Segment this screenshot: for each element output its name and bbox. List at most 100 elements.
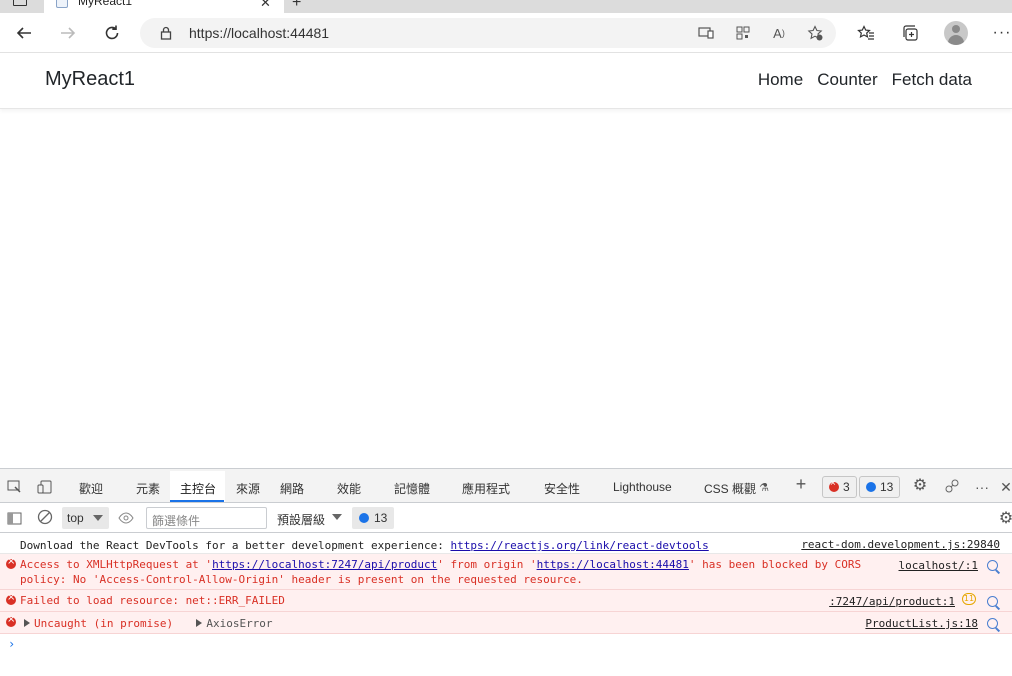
error-text: ' has been blocked by CORS xyxy=(688,558,862,571)
message-icon xyxy=(866,482,876,492)
url-text[interactable]: https://localhost:44481 xyxy=(189,25,329,41)
browser-tab[interactable]: MyReact1 ✕ xyxy=(44,0,284,13)
profile-avatar[interactable] xyxy=(944,21,968,45)
console-row-error: Access to XMLHttpRequest at 'https://loc… xyxy=(0,554,1012,590)
log-levels-label: 預設層級 xyxy=(277,513,326,527)
repeat-count-badge: 11 xyxy=(962,593,976,605)
tab-memory[interactable]: 記憶體 xyxy=(394,480,430,497)
device-emulation-icon[interactable] xyxy=(37,479,53,495)
error-text: Access to XMLHttpRequest at ' xyxy=(20,558,213,571)
prompt-chevron-icon: › xyxy=(8,637,16,651)
info-count: 13 xyxy=(880,480,894,494)
filter-input[interactable]: 篩選條件 xyxy=(146,507,267,529)
refresh-button[interactable] xyxy=(100,21,124,45)
search-icon[interactable] xyxy=(987,596,998,607)
nav-fetch-data[interactable]: Fetch data xyxy=(892,70,972,90)
error-source-link[interactable]: ProductList.js:18 xyxy=(865,617,978,630)
app-navbar: MyReact1 Home Counter Fetch data xyxy=(0,53,1012,109)
web-page: MyReact1 Home Counter Fetch data xyxy=(0,53,1012,468)
more-tabs-plus-icon[interactable]: + xyxy=(793,474,809,494)
error-text-line2: policy: No 'Access-Control-Allow-Origin'… xyxy=(20,573,583,586)
devtools-tab-bar: 歡迎 元素 主控台 來源 網路 效能 記憶體 應用程式 安全性 Lighthou… xyxy=(0,469,1012,503)
tab-console[interactable]: 主控台 xyxy=(180,480,216,497)
favorites-button[interactable] xyxy=(854,21,878,45)
context-selector[interactable]: top xyxy=(62,507,109,529)
error-source-link[interactable]: localhost/:1 xyxy=(899,559,978,572)
close-devtools-icon[interactable]: ✕ xyxy=(998,479,1012,495)
message-icon xyxy=(359,513,369,523)
clear-console-icon[interactable] xyxy=(37,509,53,525)
customize-icon[interactable] xyxy=(944,478,960,494)
forward-arrow-icon xyxy=(61,27,76,39)
more-options-icon[interactable]: ··· xyxy=(974,479,990,495)
read-aloud-icon[interactable]: A) xyxy=(769,23,789,43)
tab-security[interactable]: 安全性 xyxy=(544,480,580,497)
issues-count-badge[interactable]: 13 xyxy=(352,507,394,529)
nav-links: Home Counter Fetch data xyxy=(758,70,972,90)
expand-triangle-icon[interactable] xyxy=(196,619,203,627)
console-toolbar: top 篩選條件 預設層級 13 ⚙ xyxy=(0,503,1012,533)
origin-url-link[interactable]: https://localhost:44481 xyxy=(537,558,689,571)
sidebar-toggle-icon[interactable] xyxy=(6,510,22,526)
console-settings-gear-icon[interactable]: ⚙ xyxy=(998,510,1012,527)
console-messages: Download the React DevTools for a better… xyxy=(0,533,1012,654)
error-icon xyxy=(6,614,16,627)
forward-button[interactable] xyxy=(56,21,80,45)
browser-toolbar: https://localhost:44481 A) ··· xyxy=(0,13,1012,53)
context-value: top xyxy=(67,511,84,525)
add-favorite-icon[interactable] xyxy=(805,23,825,43)
tab-close-icon[interactable]: ✕ xyxy=(260,0,271,11)
search-icon[interactable] xyxy=(987,618,998,629)
back-arrow-icon xyxy=(16,27,31,39)
chevron-down-icon xyxy=(332,514,342,520)
tab-css-overview[interactable]: CSS 概觀 xyxy=(704,480,756,497)
app-available-icon[interactable] xyxy=(696,23,716,43)
tab-elements[interactable]: 元素 xyxy=(136,480,160,497)
collections-icon xyxy=(903,25,918,41)
error-object[interactable]: AxiosError xyxy=(206,617,272,630)
collections-button[interactable] xyxy=(898,21,922,45)
log-source-link[interactable]: react-dom.development.js:29840 xyxy=(801,538,1000,551)
tab-application[interactable]: 應用程式 xyxy=(462,480,510,497)
back-button[interactable] xyxy=(12,21,36,45)
error-count: 3 xyxy=(843,480,850,494)
nav-home[interactable]: Home xyxy=(758,70,803,90)
settings-gear-icon[interactable]: ⚙ xyxy=(912,477,928,494)
devtools-link[interactable]: https://reactjs.org/link/react-devtools xyxy=(450,539,708,552)
error-icon xyxy=(829,478,839,492)
search-icon[interactable] xyxy=(987,560,998,571)
more-menu-icon[interactable]: ··· xyxy=(990,21,1012,45)
console-prompt-row[interactable]: › xyxy=(0,634,1012,654)
experiment-flask-icon: ⚗ xyxy=(759,481,769,494)
console-row-log: Download the React DevTools for a better… xyxy=(0,533,1012,554)
inspect-element-icon[interactable] xyxy=(6,479,22,495)
tab-strip: MyReact1 ✕ + xyxy=(0,0,1012,13)
info-count-badge[interactable]: 13 xyxy=(859,476,901,498)
expand-triangle-icon[interactable] xyxy=(24,619,30,627)
error-icon xyxy=(6,556,16,569)
error-url-link[interactable]: https://localhost:7247/api/product xyxy=(212,558,437,571)
error-icon xyxy=(6,592,16,605)
error-count-badge[interactable]: 3 xyxy=(822,476,857,498)
log-levels-dropdown[interactable]: 預設層級 xyxy=(277,511,342,528)
qr-code-icon[interactable] xyxy=(733,23,753,43)
address-bar[interactable]: https://localhost:44481 A) xyxy=(140,18,836,48)
lock-icon[interactable] xyxy=(158,25,174,41)
error-text: ' from origin ' xyxy=(437,558,537,571)
log-text: Download the React DevTools for a better… xyxy=(20,539,451,552)
tab-performance[interactable]: 效能 xyxy=(337,480,361,497)
tab-welcome[interactable]: 歡迎 xyxy=(79,480,103,497)
window-menu-icon[interactable] xyxy=(13,0,27,6)
app-brand[interactable]: MyReact1 xyxy=(45,68,135,91)
tab-sources[interactable]: 來源 xyxy=(236,480,260,497)
live-expression-eye-icon[interactable] xyxy=(118,510,134,526)
console-row-error: Uncaught (in promise) AxiosError Product… xyxy=(0,612,1012,634)
issues-count: 13 xyxy=(374,511,388,525)
error-source-link[interactable]: :7247/api/product:1 xyxy=(829,595,955,608)
tab-lighthouse[interactable]: Lighthouse xyxy=(613,480,672,494)
tab-title: MyReact1 xyxy=(78,0,133,8)
new-tab-icon[interactable]: + xyxy=(292,0,301,12)
tab-network[interactable]: 網路 xyxy=(280,480,304,497)
nav-counter[interactable]: Counter xyxy=(817,70,877,90)
active-tab-indicator xyxy=(170,500,224,502)
